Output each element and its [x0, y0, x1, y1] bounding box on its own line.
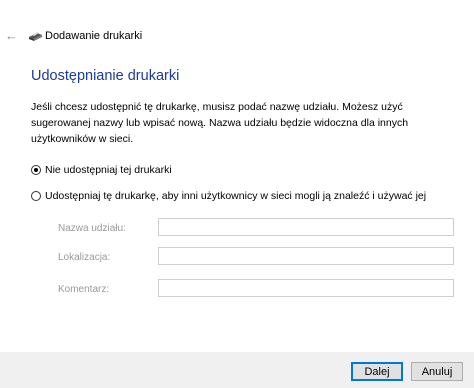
location-input[interactable] — [158, 247, 454, 265]
option-do-not-share[interactable]: Nie udostępniaj tej drukarki — [31, 162, 172, 178]
page-heading: Udostępnianie drukarki — [31, 68, 180, 84]
wizard-header: ← Dodawanie drukarki — [0, 24, 474, 50]
option-share[interactable]: Udostępniaj tę drukarkę, aby inni użytko… — [31, 188, 426, 204]
share-name-label: Nazwa udziału: — [58, 223, 126, 234]
page-description: Jeśli chcesz udostępnić tę drukarkę, mus… — [31, 101, 409, 145]
next-button[interactable]: Dalej — [351, 362, 403, 381]
comment-label: Komentarz: — [58, 284, 110, 295]
option-do-not-share-label: Nie udostępniaj tej drukarki — [45, 164, 172, 176]
comment-input[interactable] — [158, 279, 454, 297]
radio-share[interactable] — [31, 191, 41, 201]
cancel-button[interactable]: Anuluj — [411, 362, 463, 381]
printer-icon — [29, 32, 42, 41]
window-title: Dodawanie drukarki — [45, 30, 143, 42]
radio-do-not-share[interactable] — [31, 165, 41, 175]
share-name-input[interactable] — [158, 218, 454, 236]
location-label: Lokalizacja: — [58, 252, 111, 263]
option-share-label: Udostępniaj tę drukarkę, aby inni użytko… — [45, 190, 427, 202]
wizard-footer: Dalej Anuluj — [0, 352, 474, 388]
back-arrow-icon[interactable]: ← — [5, 29, 21, 43]
